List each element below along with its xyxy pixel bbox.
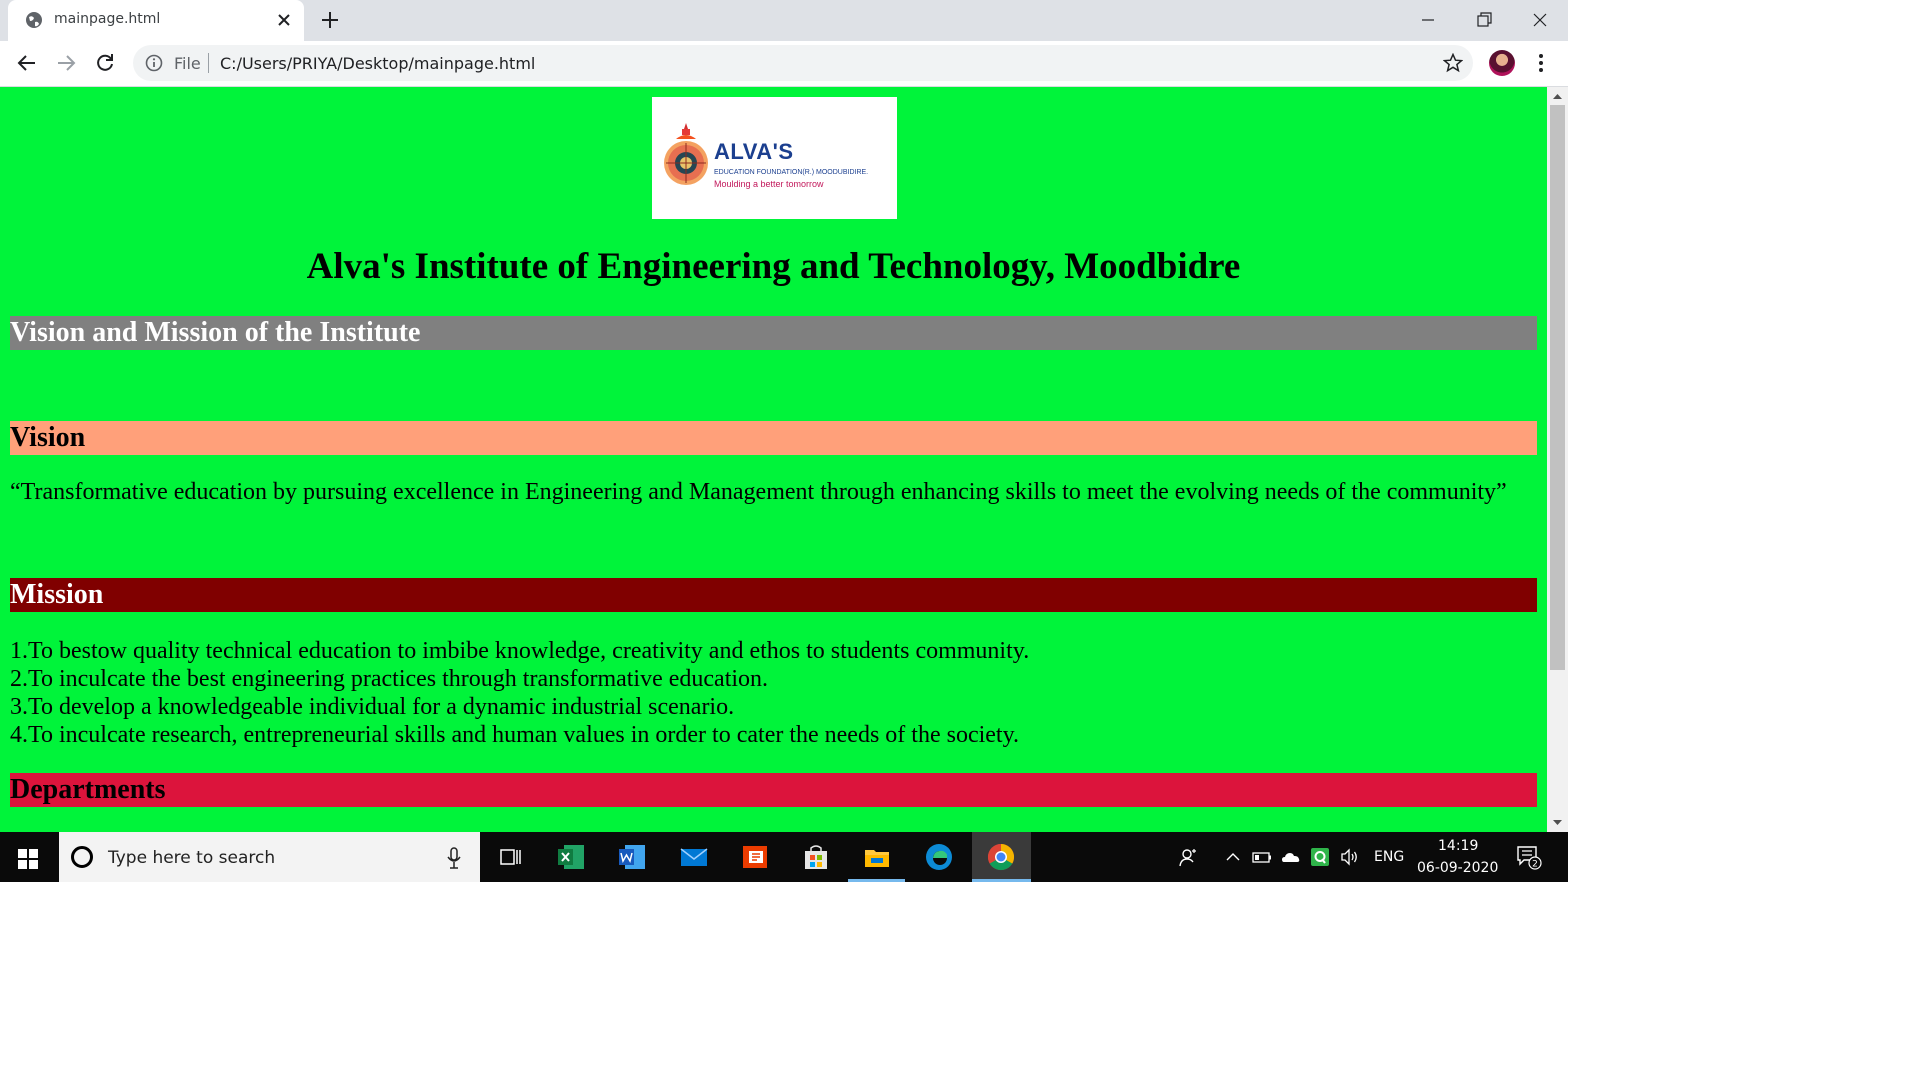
logo-tagline: Moulding a better tomorrow — [714, 179, 824, 189]
institute-logo: ALVA'S EDUCATION FOUNDATION(R.) MOODUBID… — [652, 97, 897, 219]
q-app-icon[interactable] — [1310, 847, 1330, 867]
browser-toolbar: File C:/Users/PRIYA/Desktop/mainpage.htm… — [0, 41, 1568, 87]
globe-icon — [26, 12, 42, 28]
scroll-thumb[interactable] — [1550, 105, 1565, 670]
explorer-running-indicator — [848, 879, 905, 882]
more-vert-icon[interactable] — [1530, 52, 1552, 74]
vision-statement: “Transformative education by pursuing ex… — [10, 479, 1507, 505]
mission-list: 1.To bestow quality technical education … — [10, 637, 1029, 749]
store-icon[interactable] — [801, 842, 831, 872]
taskbar-search[interactable]: Type here to search — [59, 832, 480, 882]
departments-heading: Departments — [10, 773, 1537, 807]
page-viewport: ALVA'S EDUCATION FOUNDATION(R.) MOODUBID… — [0, 87, 1547, 832]
cortana-icon[interactable] — [71, 846, 93, 868]
logo-subtitle: EDUCATION FOUNDATION(R.) MOODUBIDIRE. — [714, 169, 869, 176]
minimize-icon[interactable] — [1416, 8, 1440, 32]
mission-heading: Mission — [10, 578, 1537, 612]
speaker-icon[interactable] — [1340, 847, 1360, 867]
emblem-icon — [664, 123, 708, 185]
logo-name: ALVA'S — [714, 139, 794, 164]
word-icon[interactable] — [617, 842, 647, 872]
battery-icon[interactable] — [1252, 847, 1272, 867]
mission-item: 4.To inculcate research, entrepreneurial… — [10, 722, 1020, 748]
reload-icon[interactable] — [94, 52, 116, 74]
file-explorer-icon[interactable] — [862, 842, 892, 872]
chevron-up-icon[interactable] — [1223, 847, 1243, 867]
chrome-taskbar-button[interactable] — [972, 832, 1031, 882]
restore-icon[interactable] — [1472, 8, 1496, 32]
chrome-icon[interactable] — [986, 842, 1016, 872]
mail-icon[interactable] — [679, 842, 709, 872]
notification-count: 2 — [1532, 860, 1538, 870]
onedrive-icon[interactable] — [1281, 847, 1301, 867]
close-window-icon[interactable] — [1528, 8, 1552, 32]
plus-icon[interactable] — [320, 10, 340, 30]
clock-date[interactable]: 06-09-2020 — [1417, 860, 1498, 876]
tab-strip: mainpage.html — [0, 0, 1568, 41]
vision-heading: Vision — [10, 421, 1537, 455]
tab-title: mainpage.html — [54, 11, 161, 27]
task-view-icon[interactable] — [495, 842, 525, 872]
avatar[interactable] — [1489, 50, 1515, 76]
mission-item: 1.To bestow quality technical education … — [10, 638, 1030, 664]
browser-tab[interactable]: mainpage.html — [8, 0, 304, 41]
info-icon[interactable] — [145, 54, 163, 72]
address-divider — [208, 53, 209, 73]
scroll-up-arrow-icon[interactable] — [1552, 91, 1563, 102]
excel-icon[interactable] — [556, 842, 586, 872]
back-arrow-icon[interactable] — [16, 52, 38, 74]
vertical-scrollbar[interactable] — [1547, 87, 1568, 832]
input-language[interactable]: ENG — [1374, 849, 1404, 865]
close-icon[interactable] — [276, 12, 292, 28]
clock-time[interactable]: 14:19 — [1438, 838, 1478, 854]
page-title: Alva's Institute of Engineering and Tech… — [306, 246, 1241, 287]
file-scheme-label: File — [174, 54, 201, 73]
url-text[interactable]: C:/Users/PRIYA/Desktop/mainpage.html — [220, 54, 535, 73]
notification-center-icon[interactable]: 2 — [1516, 844, 1542, 870]
taskbar-search-placeholder: Type here to search — [108, 848, 276, 868]
chrome-running-indicator — [972, 879, 1031, 882]
windows-taskbar: Type here to search ENG 14:19 06-09-2020… — [0, 832, 1568, 882]
windows-start-icon[interactable] — [18, 849, 38, 869]
forward-arrow-icon[interactable] — [55, 52, 77, 74]
mission-item: 2.To inculcate the best engineering prac… — [10, 666, 769, 692]
people-icon[interactable] — [1178, 847, 1198, 867]
address-bar[interactable]: File C:/Users/PRIYA/Desktop/mainpage.htm… — [133, 45, 1473, 81]
edge-icon[interactable] — [924, 842, 954, 872]
microphone-icon[interactable] — [447, 847, 461, 869]
office-icon[interactable] — [740, 842, 770, 872]
vision-mission-heading: Vision and Mission of the Institute — [10, 316, 1537, 350]
scroll-down-arrow-icon[interactable] — [1552, 817, 1563, 828]
star-icon[interactable] — [1443, 53, 1463, 73]
mission-item: 3.To develop a knowledgeable individual … — [10, 694, 735, 720]
